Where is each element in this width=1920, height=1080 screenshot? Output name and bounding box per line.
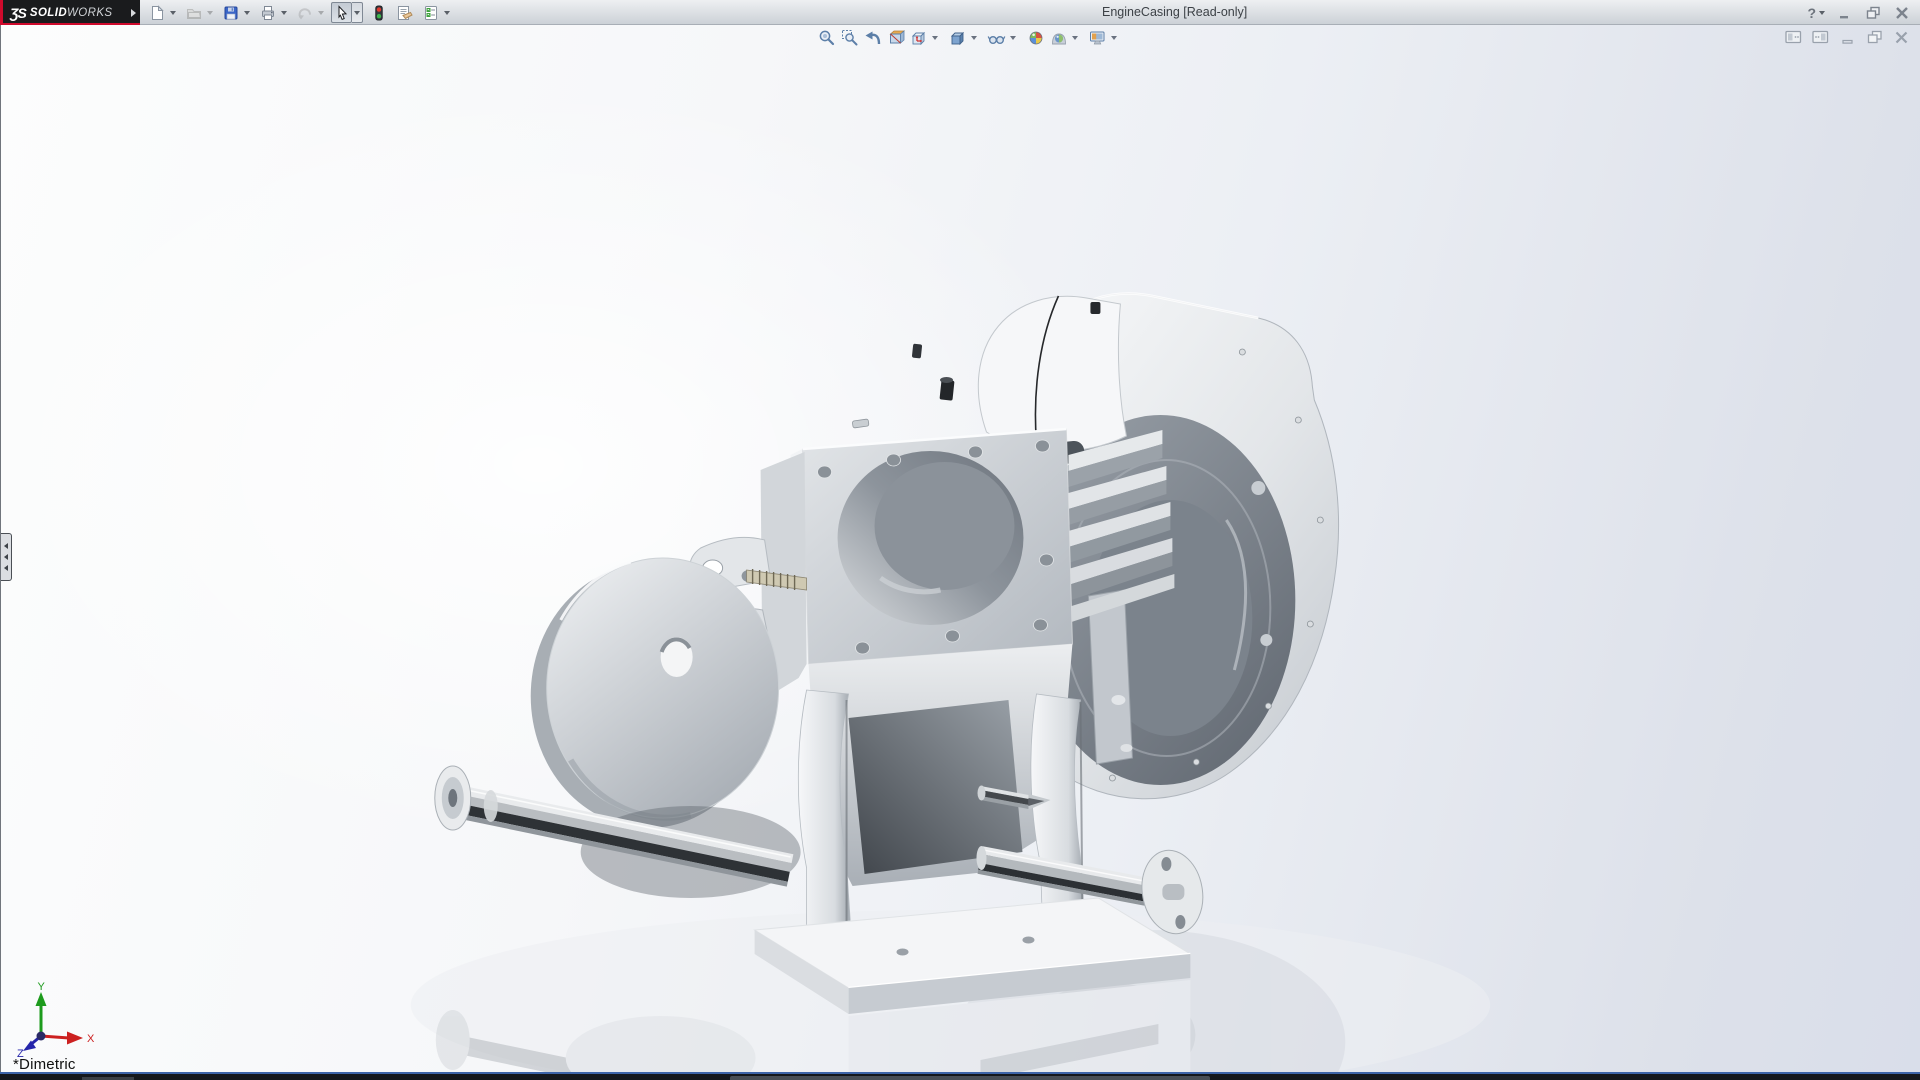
save-dropdown[interactable] (241, 2, 252, 23)
brand-solid: SOLID (30, 7, 67, 19)
reference-triad: Y X Z (9, 980, 101, 1058)
document-title: EngineCasing [Read-only] (1102, 0, 1247, 25)
chevron-down-icon (170, 11, 176, 15)
open-dropdown (204, 2, 215, 23)
minimize-icon (1838, 7, 1851, 19)
menu-bar-toolbar (146, 0, 457, 25)
title-bar: ƷS SOLIDWORKS (0, 0, 1920, 25)
print-icon (260, 5, 276, 21)
zoom-to-fit-button[interactable] (815, 28, 838, 48)
edit-appearance-icon (1027, 29, 1045, 47)
apply-scene-icon (1050, 29, 1068, 47)
expand-right-icon (131, 9, 136, 17)
view-orientation-button[interactable] (907, 28, 930, 48)
collapse-arrow-icon (4, 565, 8, 571)
window-bottom-edge (0, 1072, 1920, 1080)
previous-view-button[interactable] (861, 28, 884, 48)
taskbar-sliver (730, 1076, 1210, 1080)
help-dropdown-icon (1819, 11, 1825, 15)
view-orientation-icon (910, 29, 928, 47)
section-view-button[interactable] (884, 28, 907, 48)
close-icon (1894, 31, 1909, 44)
edit-appearance-button[interactable] (1024, 28, 1047, 48)
view-settings-dropdown[interactable] (1109, 28, 1119, 48)
new-document-icon (149, 5, 165, 21)
brand-works: WORKS (67, 7, 112, 19)
section-view-icon (887, 29, 905, 47)
collapse-arrow-icon (4, 543, 8, 549)
save-button[interactable] (220, 2, 241, 23)
feature-pane-toggle-button[interactable] (1784, 29, 1803, 45)
file-properties-button[interactable] (394, 2, 415, 23)
view-orientation-label: *Dimetric (13, 1056, 76, 1072)
minimize-button[interactable] (1834, 4, 1854, 22)
display-style-icon (949, 29, 967, 47)
new-document-dropdown[interactable] (167, 2, 178, 23)
help-button[interactable]: ? (1807, 5, 1825, 21)
display-pane-toggle-button[interactable] (1811, 29, 1830, 45)
document-window-controls (1784, 29, 1911, 45)
view-settings-icon (1088, 29, 1107, 47)
display-pane-toggle-icon (1812, 30, 1829, 44)
restore-button[interactable] (1863, 4, 1883, 22)
options-dropdown[interactable] (441, 2, 452, 23)
open-button (183, 2, 204, 23)
document-close-button[interactable] (1892, 29, 1911, 45)
zoom-to-area-button[interactable] (838, 28, 861, 48)
select-tool-button[interactable] (331, 2, 352, 23)
hide-show-items-dropdown[interactable] (1008, 28, 1018, 48)
zoom-to-fit-icon (818, 29, 836, 47)
previous-view-icon (864, 29, 882, 47)
restore-icon (1866, 6, 1881, 19)
graphics-area[interactable]: Y X Z *Dimetric (0, 25, 1920, 1072)
feature-manager-collapsed-tab[interactable] (1, 533, 12, 581)
heads-up-view-toolbar (815, 28, 1119, 48)
solidworks-window: ƷS SOLIDWORKS (0, 0, 1920, 1080)
options-button[interactable] (420, 2, 441, 23)
undo-button (294, 2, 315, 23)
document-minimize-button[interactable] (1838, 29, 1857, 45)
x-axis-arrow (67, 1032, 83, 1045)
collapse-arrow-icon (4, 554, 8, 560)
menu-expand-arrow[interactable] (128, 5, 138, 20)
hide-show-items-button[interactable] (985, 28, 1008, 48)
new-document-button[interactable] (146, 2, 167, 23)
display-style-dropdown[interactable] (969, 28, 979, 48)
flywheel-disc[interactable] (531, 558, 779, 828)
undo-arrow-icon (297, 5, 313, 21)
apply-scene-dropdown[interactable] (1070, 28, 1080, 48)
feature-pane-toggle-icon (1785, 30, 1802, 44)
y-axis-arrow (36, 992, 47, 1006)
y-axis-label: Y (38, 981, 46, 993)
view-orientation-dropdown[interactable] (930, 28, 940, 48)
close-icon (1895, 7, 1909, 19)
options-checklist-icon (423, 5, 439, 21)
help-icon: ? (1807, 5, 1816, 21)
print-button[interactable] (257, 2, 278, 23)
select-cursor-icon (334, 5, 350, 21)
save-floppy-icon (223, 5, 239, 21)
close-button[interactable] (1892, 4, 1912, 22)
zoom-to-area-icon (841, 29, 859, 47)
triad-origin (37, 1032, 46, 1041)
hide-show-glasses-icon (987, 29, 1006, 47)
file-properties-icon (396, 5, 413, 21)
select-tool-dropdown[interactable] (352, 2, 363, 23)
document-restore-button[interactable] (1865, 29, 1884, 45)
rebuild-button[interactable] (368, 2, 389, 23)
open-folder-icon (186, 5, 202, 21)
engine-casing-model[interactable] (1, 25, 1920, 1072)
x-axis-label: X (87, 1033, 95, 1045)
ds-logo-icon: ƷS (10, 5, 26, 21)
undo-dropdown (315, 2, 326, 23)
solidworks-logo: ƷS SOLIDWORKS (0, 0, 140, 25)
view-settings-button[interactable] (1086, 28, 1109, 48)
window-controls: ? (1807, 0, 1912, 25)
print-dropdown[interactable] (278, 2, 289, 23)
display-style-button[interactable] (946, 28, 969, 48)
rebuild-traffic-light-icon (371, 5, 387, 21)
restore-icon (1867, 30, 1883, 44)
minimize-icon (1841, 31, 1855, 44)
apply-scene-button[interactable] (1047, 28, 1070, 48)
